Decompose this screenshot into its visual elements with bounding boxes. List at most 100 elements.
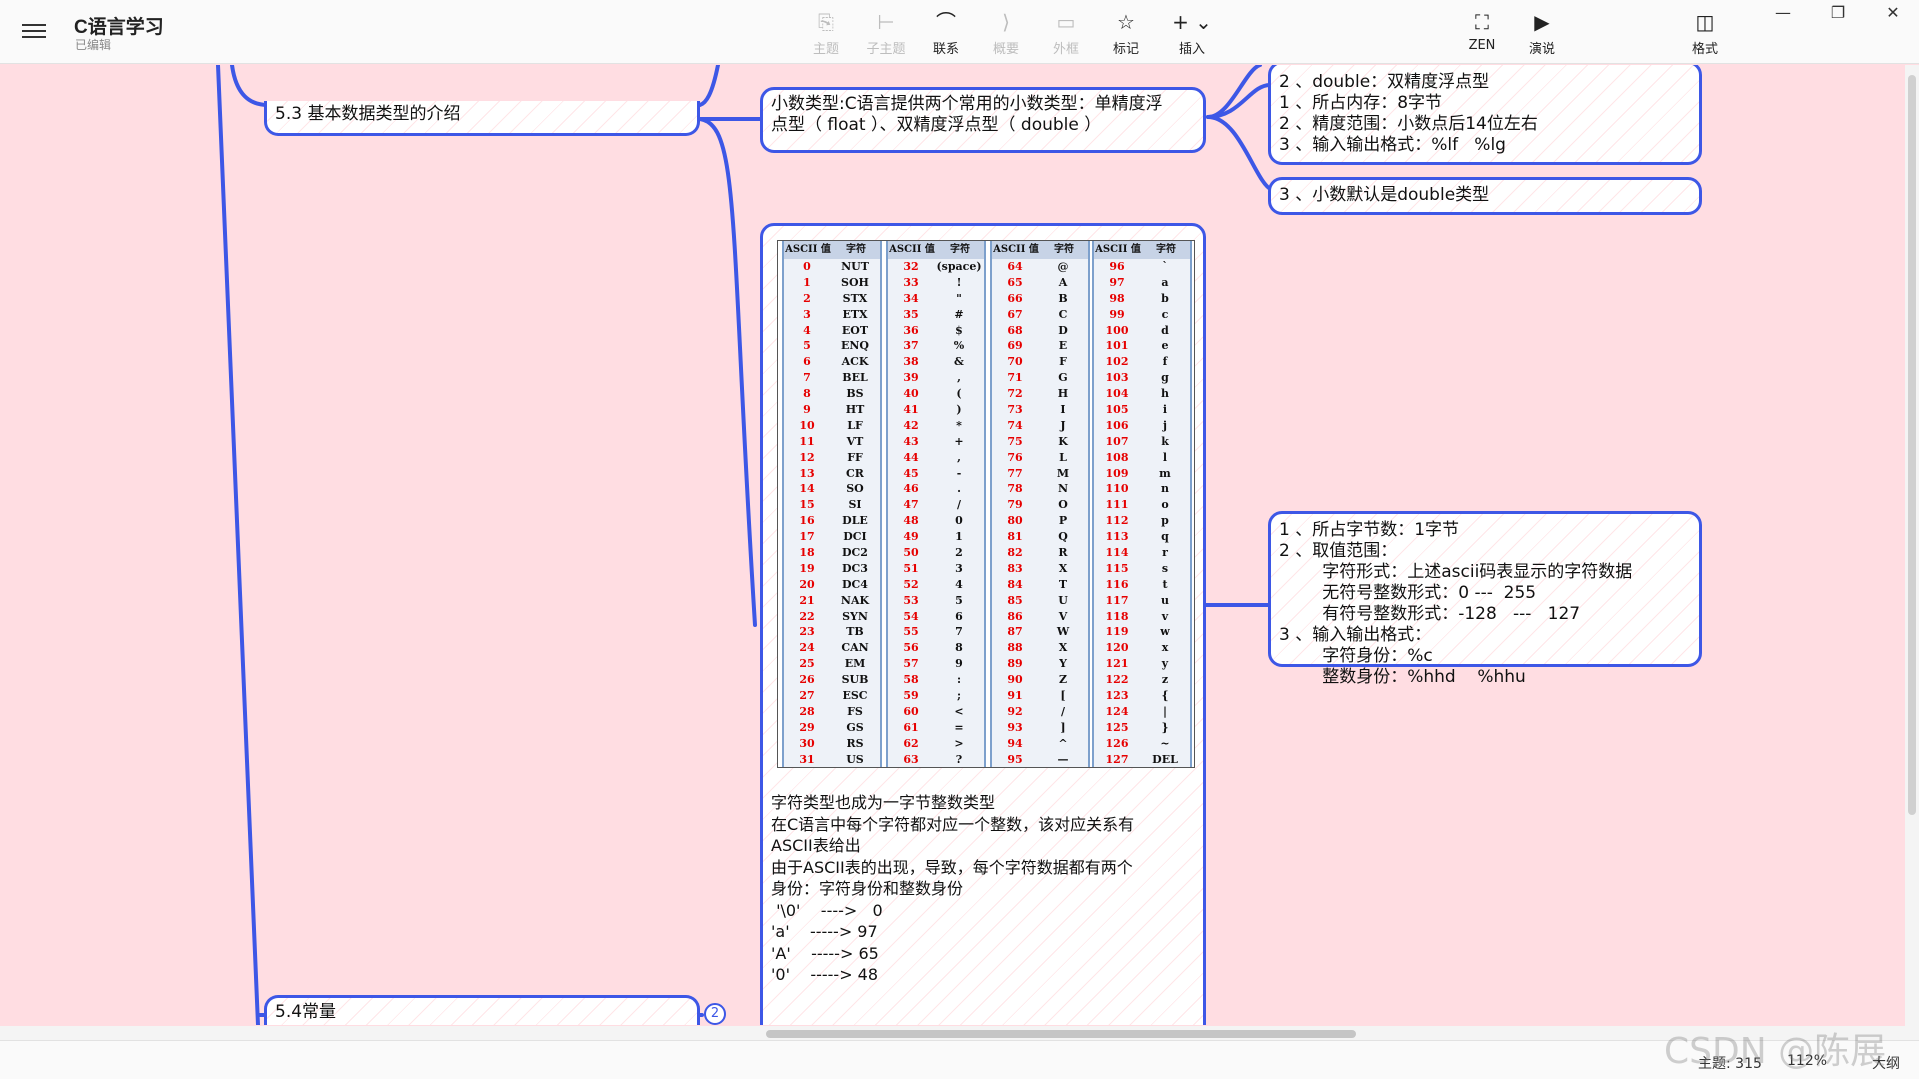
ascii-row: 114 r [1094,545,1190,561]
ascii-value: 48 [903,514,919,528]
zen-button[interactable]: ⛶ ZEN [1454,10,1510,53]
ascii-row: 0 NUT [784,259,880,275]
boundary-button[interactable]: ▭ 外框 [1038,10,1094,57]
vertical-scrollbar[interactable] [1905,65,1919,1026]
node-double-info[interactable]: 2 、double：双精度浮点型 1 、所占内存：8字节 2 、精度范围：小数点… [1268,65,1702,165]
ascii-value: 14 [799,482,815,496]
ascii-char: - [956,466,962,480]
ascii-char: (space) [936,260,982,273]
ascii-row: 97 a [1094,275,1190,291]
ascii-value: 87 [1007,625,1023,639]
ascii-row: 94 ^ [992,736,1088,752]
insert-button[interactable]: + ⌄ 插入 [1164,10,1220,57]
ascii-row: 59; [888,688,984,704]
ascii-char: : [956,673,962,687]
ascii-row: 14 SO [784,481,880,497]
ascii-value: 24 [799,641,815,655]
ascii-row: 113 q [1094,529,1190,545]
node-char-info[interactable]: 1 、所占字节数：1字节 2 、取值范围： 字符形式：上述ascii码表显示的字… [1268,511,1702,687]
ascii-char: J [1060,418,1066,432]
relation-button[interactable]: ⌒ 联系 [918,10,974,57]
ascii-value: 43 [903,434,919,448]
ascii-value: 126 [1105,736,1129,750]
ascii-char: g [1161,371,1169,385]
ascii-char: e [1161,339,1169,353]
ascii-char: Q [1058,530,1068,544]
ascii-row: 25 EM [784,656,880,672]
ascii-char: ; [956,689,962,703]
ascii-value: 122 [1105,673,1129,687]
ascii-value: 79 [1007,498,1023,512]
ascii-value: 101 [1105,339,1129,353]
ascii-value: 117 [1105,593,1129,607]
ascii-char: . [957,482,961,496]
ascii-value: 19 [799,561,815,575]
ascii-value: 1 [803,275,811,289]
ascii-row: 7 BEL [784,370,880,386]
ascii-char: * [956,418,962,432]
ascii-value: 99 [1109,307,1125,321]
ascii-value: 53 [903,593,919,607]
horizontal-scroll-thumb[interactable] [766,1030,1356,1038]
ascii-char: ! [956,275,962,289]
ascii-row: 60 < [888,704,984,720]
ascii-header-cell: 字符 [950,244,970,255]
ascii-char: 8 [955,641,963,655]
ascii-char: G [1058,371,1068,385]
ascii-row: 102 f [1094,354,1190,370]
ascii-row: 124 | [1094,704,1190,720]
toolbar: C语言学习 已编辑 ⎘ 主题 ⊢ 子主题 ⌒ 联系 ⟩ 概要 ▭ 外框 ☆ 标记… [0,0,1919,64]
node-section-5-3[interactable]: 5.3 基本数据类型的介绍 [264,101,700,136]
close-button[interactable]: ✕ [1878,2,1908,24]
ascii-row: 5 ENQ [784,338,880,354]
ascii-row: 1 SOH [784,275,880,291]
horizontal-scrollbar[interactable] [0,1026,1919,1040]
format-button[interactable]: ◫ 格式 [1677,10,1733,57]
ascii-value: 38 [903,355,919,369]
ascii-column: ASCII 值字符 96 ` 97 a 98 b 99 c 100 d 101 e 102 f 103 g 104… [1092,241,1192,767]
ascii-header-cell: ASCII 值 [993,244,1039,255]
ascii-value: 115 [1105,561,1129,575]
ascii-value: 64 [1007,260,1023,273]
maximize-button[interactable]: ❐ [1823,2,1853,24]
ascii-char: u [1161,593,1169,607]
topic-button[interactable]: ⎘ 主题 [798,10,854,57]
ascii-row: 54 6 [888,609,984,625]
ascii-char: i [1162,403,1168,417]
char-description: 字符类型也成为一字节整数类型 在C语言中每个字符都对应一个整数，该对应关系有 A… [771,793,1135,984]
ascii-char: 3 [955,561,963,575]
summary-button[interactable]: ⟩ 概要 [978,10,1034,57]
ascii-char: x [1161,641,1169,655]
ascii-char: ESC [842,689,868,703]
ascii-char: DCI [843,530,867,544]
ascii-column: ASCII 值字符 32 (space) 33! 34 " 35 #36 $37% 38 & 39, 4… [886,241,986,767]
ascii-value: 59 [903,689,919,703]
ascii-value: 93 [1007,720,1023,734]
ascii-value: 76 [1007,450,1023,464]
vertical-scroll-thumb[interactable] [1908,75,1916,815]
ascii-char: j [1163,418,1167,432]
node-decimal-types[interactable]: 小数类型:C语言提供两个常用的小数类型：单精度浮 点型（ float ）、双精度… [760,87,1206,153]
present-button[interactable]: ▶ 演说 [1514,10,1570,57]
node-section-5-4[interactable]: 5.4常量 [264,995,700,1025]
menu-icon[interactable] [22,20,46,42]
collapsed-count-badge[interactable]: 2 [704,1003,726,1025]
minimize-button[interactable]: — [1768,2,1798,24]
node-default-double[interactable]: 3 、小数默认是double类型 [1268,177,1702,215]
subtopic-button[interactable]: ⊢ 子主题 [858,10,914,57]
ascii-header: ASCII 值 字符 [992,241,1088,259]
ascii-char: STX [842,291,868,305]
marker-button[interactable]: ☆ 标记 [1098,10,1154,57]
ascii-value: 16 [799,514,815,528]
ascii-char: EOT [841,323,869,337]
ascii-value: 25 [799,657,815,671]
ascii-value: 125 [1105,720,1129,734]
ascii-row: 109 m [1094,466,1190,482]
ascii-char: a [1161,275,1169,289]
ascii-char: FS [847,704,863,718]
ascii-value: 83 [1007,561,1023,575]
ascii-row: 98 b [1094,291,1190,307]
ascii-char: = [954,720,964,734]
ascii-row: 72 H [992,386,1088,402]
ascii-char: q [1161,530,1169,544]
